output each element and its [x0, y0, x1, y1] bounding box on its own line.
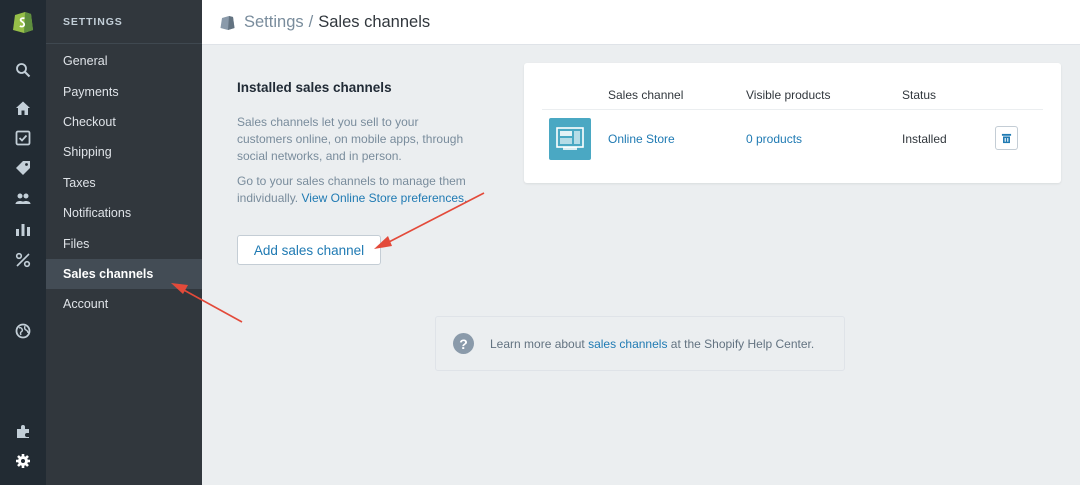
storefront-icon	[556, 127, 584, 150]
apps-puzzle-icon[interactable]	[13, 421, 33, 441]
column-header-visible-products: Visible products	[746, 88, 831, 102]
sales-channels-card: Sales channel Visible products Status On…	[524, 63, 1061, 183]
trash-icon	[1001, 133, 1012, 143]
column-header-sales-channel: Sales channel	[608, 88, 684, 102]
help-center-callout: ? Learn more about sales channels at the…	[435, 316, 845, 371]
help-text-before: Learn more about	[490, 336, 589, 351]
view-online-store-preferences-link[interactable]: View Online Store preferences.	[301, 191, 467, 205]
settings-sidebar: SETTINGS General Payments Checkout Shipp…	[46, 0, 202, 485]
sidebar-heading: SETTINGS	[46, 0, 202, 44]
online-store-thumbnail	[549, 118, 591, 160]
help-question-icon: ?	[453, 333, 474, 354]
shopify-logo-icon[interactable]	[12, 10, 34, 33]
sidebar-item-shipping[interactable]: Shipping	[46, 137, 202, 167]
sidebar-item-taxes[interactable]: Taxes	[46, 168, 202, 198]
table-header	[542, 63, 1043, 110]
delete-channel-button[interactable]	[995, 126, 1018, 150]
column-header-status: Status	[902, 88, 937, 102]
installed-channels-description: Installed sales channels Sales channels …	[237, 80, 477, 215]
online-store-globe-icon[interactable]	[13, 321, 33, 341]
table-cell-visible-products[interactable]: 0 products	[746, 132, 802, 146]
sidebar-item-account[interactable]: Account	[46, 289, 202, 319]
orders-icon[interactable]	[13, 128, 33, 148]
sidebar-item-files[interactable]: Files	[46, 228, 202, 258]
sidebar-item-general[interactable]: General	[46, 46, 202, 76]
shopify-bag-icon	[220, 16, 235, 30]
sidebar-item-notifications[interactable]: Notifications	[46, 198, 202, 228]
page-header: Settings / Sales channels	[202, 0, 1080, 45]
sidebar-item-checkout[interactable]: Checkout	[46, 107, 202, 137]
discounts-icon[interactable]	[13, 250, 33, 270]
add-sales-channel-button[interactable]: Add sales channel	[237, 235, 381, 265]
customers-icon[interactable]	[13, 189, 33, 209]
table-cell-channel-online-store[interactable]: Online Store	[608, 132, 675, 146]
help-text-after: at the Shopify Help Center.	[667, 336, 815, 351]
products-tag-icon[interactable]	[13, 158, 33, 178]
description-paragraph: Sales channels let you sell to your cust…	[237, 115, 464, 163]
manage-paragraph: Go to your sales channels to manage them…	[237, 173, 477, 207]
sales-channels-help-link[interactable]: sales channels	[588, 337, 667, 351]
breadcrumb-settings[interactable]: Settings	[244, 13, 304, 32]
analytics-icon[interactable]	[13, 219, 33, 239]
settings-gear-icon[interactable]	[13, 451, 33, 471]
sidebar-item-sales-channels[interactable]: Sales channels	[46, 258, 202, 290]
page-title: Sales channels	[318, 12, 431, 31]
home-icon[interactable]	[13, 98, 33, 118]
breadcrumb-separator: /	[308, 12, 314, 31]
search-icon[interactable]	[13, 60, 33, 80]
sidebar-item-payments[interactable]: Payments	[46, 76, 202, 106]
help-text: Learn more about sales channels at the S…	[490, 337, 814, 351]
table-cell-status: Installed	[902, 132, 947, 146]
section-heading: Installed sales channels	[237, 80, 392, 95]
app-nav-rail	[0, 0, 46, 485]
